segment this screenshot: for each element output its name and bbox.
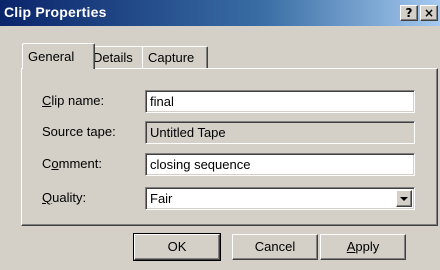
tab-capture[interactable]: Capture — [142, 46, 208, 69]
chevron-down-icon — [400, 197, 408, 201]
tab-details-label: Details — [93, 50, 133, 65]
tab-general-label: General — [28, 49, 75, 64]
apply-button[interactable]: Apply — [320, 234, 406, 260]
comment-label-pre: C — [42, 156, 52, 171]
cancel-button[interactable]: Cancel — [232, 234, 318, 260]
quality-select[interactable]: Fair — [145, 187, 415, 210]
comment-label-text: mment: — [58, 156, 102, 171]
clip-properties-dialog: Clip Properties ? × General Details Capt… — [0, 0, 440, 270]
tab-details[interactable]: Details — [87, 46, 145, 69]
comment-label: Comment: — [42, 156, 102, 171]
window-title: Clip Properties — [4, 4, 107, 20]
source-tape-label: Source tape: — [42, 124, 116, 139]
help-icon[interactable]: ? — [400, 5, 418, 21]
quality-mnemonic: Q — [42, 190, 53, 205]
clip-name-label-text: lip name: — [51, 93, 105, 108]
clip-name-input[interactable]: final — [145, 90, 415, 113]
close-icon[interactable]: × — [420, 5, 438, 21]
ok-button[interactable]: OK — [133, 233, 221, 261]
quality-label-text: uality: — [52, 190, 87, 205]
source-tape-field: Untitled Tape — [145, 121, 415, 144]
clip-name-label: Clip name: — [42, 93, 104, 108]
title-bar[interactable]: Clip Properties ? × — [0, 0, 440, 26]
comment-input[interactable]: closing sequence — [145, 153, 415, 176]
quality-selected-value: Fair — [150, 191, 173, 206]
apply-label-text: pply — [355, 239, 380, 254]
tab-capture-label: Capture — [148, 50, 195, 65]
tab-general[interactable]: General — [22, 43, 95, 69]
comment-mnemonic: o — [51, 156, 59, 171]
dropdown-button[interactable] — [396, 190, 412, 207]
clip-name-mnemonic: C — [42, 93, 52, 108]
quality-label: Quality: — [42, 190, 86, 205]
